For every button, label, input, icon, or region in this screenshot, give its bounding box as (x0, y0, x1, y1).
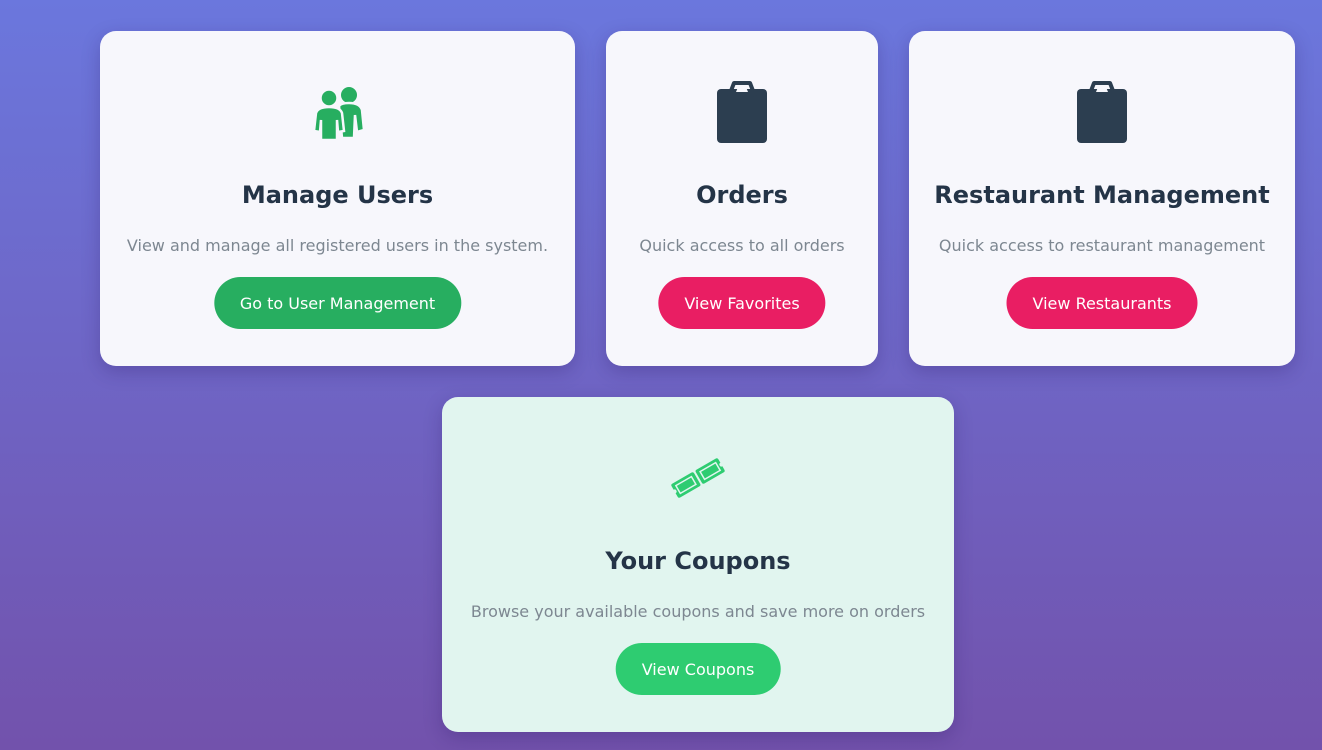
card-description: View and manage all registered users in … (126, 236, 549, 255)
go-to-user-management-button[interactable]: Go to User Management (213, 277, 462, 329)
view-favorites-button[interactable]: View Favorites (658, 277, 826, 329)
card-description: Quick access to restaurant management (938, 236, 1266, 255)
orders-card: Orders Quick access to all orders View F… (606, 31, 878, 366)
coupons-card: Your Coupons Browse your available coupo… (442, 397, 954, 732)
card-title: Orders (696, 181, 788, 209)
clipboard-icon (606, 79, 878, 145)
card-title: Manage Users (241, 181, 434, 209)
card-description: Browse your available coupons and save m… (470, 602, 926, 621)
card-description: Quick access to all orders (639, 236, 845, 255)
users-icon (100, 79, 575, 145)
clipboard-icon (909, 79, 1295, 145)
card-title: Your Coupons (605, 547, 791, 575)
tickets-icon (442, 445, 954, 511)
card-title: Restaurant Management (934, 181, 1270, 209)
view-restaurants-button[interactable]: View Restaurants (1006, 277, 1198, 329)
manage-users-card: Manage Users View and manage all registe… (100, 31, 575, 366)
restaurant-management-card: Restaurant Management Quick access to re… (909, 31, 1295, 366)
view-coupons-button[interactable]: View Coupons (615, 643, 781, 695)
